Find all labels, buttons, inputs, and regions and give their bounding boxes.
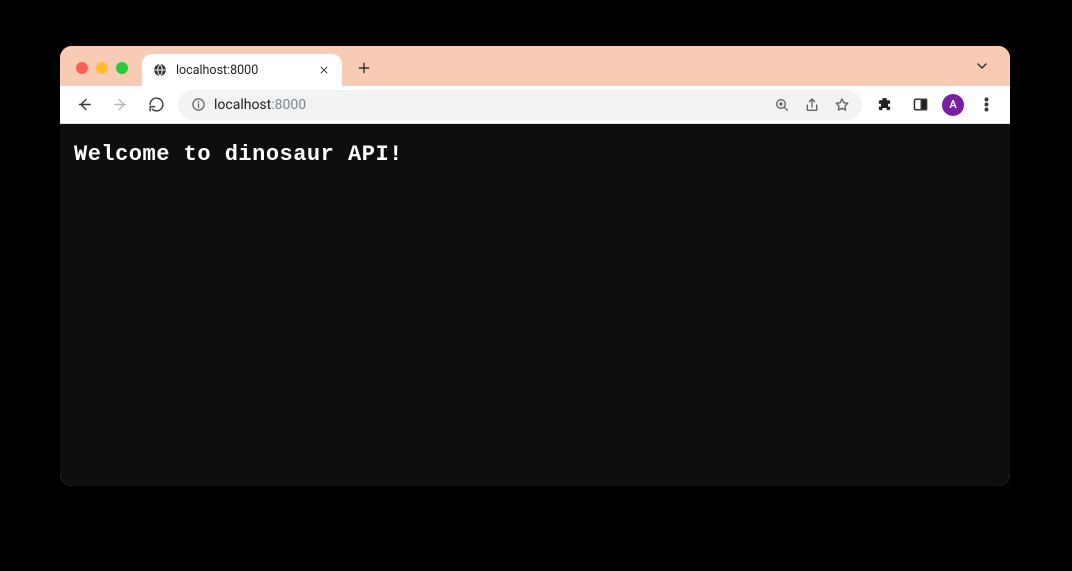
zoom-icon[interactable]	[774, 97, 790, 113]
tab-strip: localhost:8000	[60, 46, 1010, 86]
share-icon[interactable]	[804, 97, 820, 113]
site-info-icon[interactable]	[190, 97, 206, 113]
tab-list-dropdown[interactable]	[968, 52, 996, 80]
page-content: Welcome to dinosaur API!	[60, 124, 1010, 486]
back-button[interactable]	[70, 91, 98, 119]
window-close-button[interactable]	[76, 62, 88, 74]
profile-avatar[interactable]: A	[942, 94, 964, 116]
avatar-initial: A	[949, 98, 956, 111]
toolbar: localhost:8000	[60, 86, 1010, 124]
window-zoom-button[interactable]	[116, 62, 128, 74]
window-controls	[76, 62, 128, 74]
globe-icon	[152, 62, 168, 78]
extensions-button[interactable]	[870, 91, 898, 119]
menu-button[interactable]	[972, 91, 1000, 119]
new-tab-button[interactable]	[350, 54, 378, 82]
url-host: localhost	[214, 97, 271, 113]
omnibox-actions	[774, 97, 850, 113]
tab-active[interactable]: localhost:8000	[142, 54, 342, 86]
forward-button[interactable]	[106, 91, 134, 119]
page-heading: Welcome to dinosaur API!	[74, 142, 996, 167]
bookmark-star-icon[interactable]	[834, 97, 850, 113]
address-bar[interactable]: localhost:8000	[178, 90, 862, 120]
tab-close-button[interactable]	[316, 62, 332, 78]
window-minimize-button[interactable]	[96, 62, 108, 74]
side-panel-button[interactable]	[906, 91, 934, 119]
tab-title: localhost:8000	[176, 63, 308, 78]
desktop-background: localhost:8000	[0, 0, 1072, 571]
url-port: :8000	[271, 97, 306, 113]
browser-window: localhost:8000	[60, 46, 1010, 486]
url-text: localhost:8000	[214, 97, 306, 113]
reload-button[interactable]	[142, 91, 170, 119]
